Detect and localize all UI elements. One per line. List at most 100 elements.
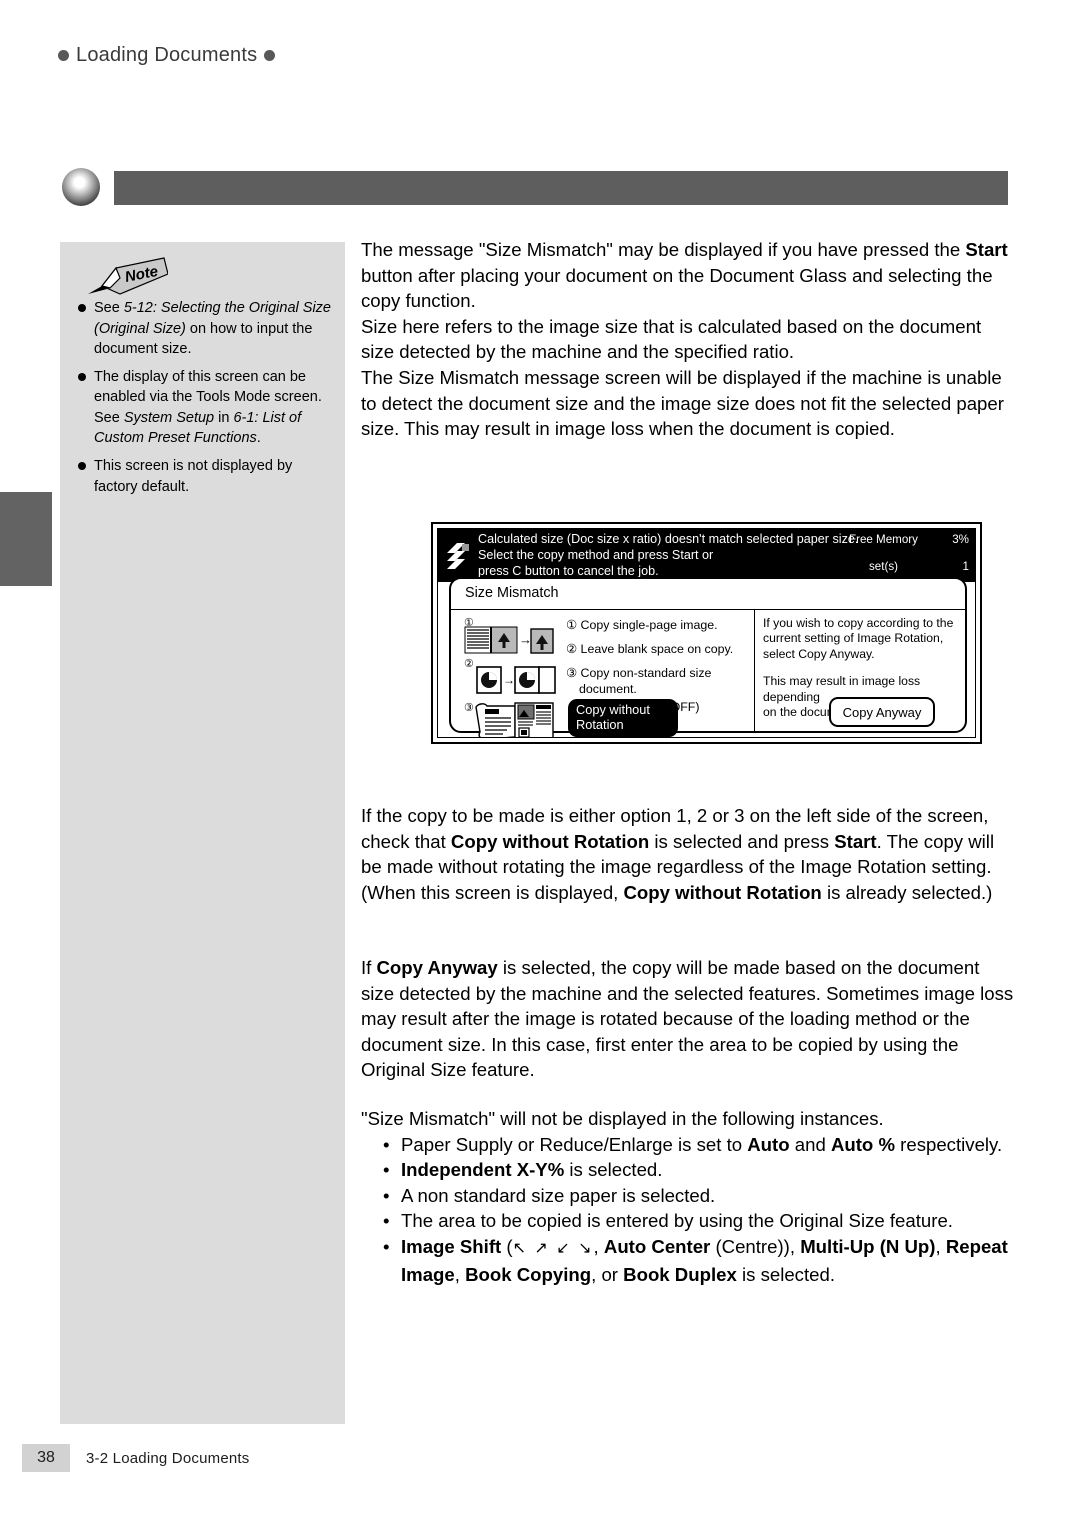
paragraph-2: Size here refers to the image size that … [361, 315, 982, 363]
copy-anyway-button[interactable]: Copy Anyway [829, 697, 935, 727]
b5-s5: , [454, 1263, 466, 1285]
copy-anyway-label: Copy Anyway [842, 704, 922, 720]
note-tag-icon: Note [80, 256, 168, 296]
lcd-status-message: Calculated size (Doc size x ratio) doesn… [478, 532, 878, 579]
paragraph-6: "Size Mismatch" will not be displayed in… [361, 1108, 884, 1129]
b1-s3: respectively. [895, 1133, 1003, 1155]
running-head: Loading Documents [58, 44, 276, 67]
b5-s7: is selected. [736, 1263, 835, 1285]
lcd-memory-indicator: Free Memory 3% set(s) 1 [849, 533, 969, 574]
sets-label: set(s) [869, 560, 898, 573]
section-header-band [58, 166, 1008, 208]
note-text-italic: System Setup [123, 409, 215, 426]
svg-text:→: → [519, 632, 532, 647]
p4-s2: is selected and press [649, 830, 835, 852]
note-list: See 5-12: Selecting the Original Size (O… [74, 298, 335, 504]
note-text: This screen is not displayed by factory … [94, 458, 293, 495]
sets-value: 1 [962, 560, 969, 573]
b5-bold-6: Book Duplex [623, 1263, 737, 1285]
note-panel: Note See 5-12: Selecting the Original Si… [60, 242, 345, 1424]
bullet-item-2: Independent X-Y% is selected. [383, 1157, 1016, 1183]
copy-without-rotation-button[interactable]: Copy without Rotation [568, 699, 678, 737]
footer-section-label: 3-2 Loading Documents [86, 1449, 250, 1467]
bullet-item-3: A non standard size paper is selected. [383, 1183, 1016, 1209]
text-spacer [763, 662, 955, 674]
p4-bold-3: Copy without Rotation [623, 881, 822, 903]
section-band-bar [114, 171, 1008, 205]
control-panel-screen-illustration: Calculated size (Doc size x ratio) doesn… [431, 522, 982, 744]
option-illustrations: ① → ② → ③ [463, 615, 559, 737]
note-text: . [256, 430, 261, 447]
free-memory-label: Free Memory [849, 533, 918, 546]
option-item-2: ② Leave blank space on copy. [566, 642, 734, 656]
instances-bullet-list: Paper Supply or Reduce/Enlarge is set to… [361, 1132, 1016, 1288]
b1-s2: and [789, 1133, 831, 1155]
bullet-dot-icon [264, 50, 276, 61]
free-memory-value: 3% [952, 533, 969, 546]
right-text-line-2: current setting of Image Rotation, [763, 631, 944, 646]
note-item: See 5-12: Selecting the Original Size (O… [74, 298, 335, 360]
note-text: See [94, 300, 124, 316]
lcd-status-line-2: Select the copy method and press Start o… [478, 547, 714, 562]
option-item-1: ① Copy single-page image. [566, 618, 718, 632]
p1-s1: The message "Size Mismatch" may be displ… [361, 239, 966, 260]
b5-bold-5: Book Copying [465, 1263, 592, 1285]
chapter-thumb-tab [0, 492, 52, 586]
machine-status-icon [445, 541, 471, 571]
right-text-line-1: If you wish to copy according to the [763, 616, 954, 630]
dialog-vertical-divider [754, 610, 755, 731]
b5-s1: ( [501, 1235, 513, 1257]
paragraph-4: If the copy to be made is either option … [361, 803, 1016, 905]
b5-s3: (Centre)), [710, 1235, 801, 1257]
body-text-column-copy-anyway: If Copy Anyway is selected, the copy wil… [361, 955, 1016, 1083]
lcd-inner-frame: Calculated size (Doc size x ratio) doesn… [437, 528, 976, 738]
b2-bold-1: Independent X-Y% [401, 1159, 565, 1181]
dialog-divider [451, 609, 965, 610]
note-item: This screen is not displayed by factory … [74, 456, 335, 497]
svg-text:②: ② [464, 658, 474, 670]
svg-text:③: ③ [464, 702, 474, 714]
p4-s4: is already selected.) [821, 881, 993, 903]
lcd-status-bar: Calculated size (Doc size x ratio) doesn… [438, 529, 975, 582]
image-shift-arrows-icon: ↖ ↗ ↙ ↘ [512, 1239, 594, 1257]
p1-s2: button after placing your document on th… [361, 264, 993, 312]
section-bullet-icon [62, 168, 100, 206]
lcd-status-line-1: Calculated size (Doc size x ratio) doesn… [478, 532, 859, 546]
b2-s1: is selected. [564, 1159, 663, 1181]
bullet-item-4: The area to be copied is entered by usin… [383, 1208, 1016, 1234]
b5-bold-2: Auto Center [603, 1235, 711, 1257]
bullet-item-1: Paper Supply or Reduce/Enlarge is set to… [383, 1132, 1016, 1158]
b5-s6: , or [591, 1263, 624, 1285]
paragraph-3: The Size Mismatch message screen will be… [361, 366, 1004, 440]
svg-text:→: → [503, 673, 515, 687]
page-number: 38 [22, 1444, 70, 1472]
p5-s1: If [361, 957, 377, 978]
b5-bold-1: Image Shift [401, 1235, 502, 1257]
b1-bold-1: Auto [747, 1133, 790, 1155]
bullet-dot-icon [58, 50, 69, 61]
b1-s1: Paper Supply or Reduce/Enlarge is set to [401, 1133, 748, 1155]
option-item-3: ③ Copy non-standard size [566, 666, 712, 680]
paragraph-1: The message "Size Mismatch" may be displ… [361, 237, 1016, 314]
dialog-title: Size Mismatch [465, 585, 559, 601]
right-text-line-3: select Copy Anyway. [763, 646, 875, 661]
body-text-column-lower: If the copy to be made is either option … [361, 803, 1016, 905]
b5-bold-3: Multi-Up (N Up) [800, 1235, 936, 1257]
b5-s2: , [593, 1235, 604, 1257]
b5-s4: , [935, 1235, 946, 1257]
running-head-label: Loading Documents [76, 44, 258, 66]
body-text-column-instances: "Size Mismatch" will not be displayed in… [361, 1106, 1016, 1287]
size-mismatch-dialog: Size Mismatch ① → ② → ③ ① Copy single-pa… [449, 577, 967, 737]
page-footer: 38 3-2 Loading Documents [22, 1444, 249, 1472]
paragraph-5: If Copy Anyway is selected, the copy wil… [361, 955, 1016, 1083]
p5-bold-1: Copy Anyway [376, 957, 498, 978]
p4-bold-1: Copy without Rotation [450, 830, 650, 852]
bullet-item-5: Image Shift (↖ ↗ ↙ ↘, Auto Center (Centr… [383, 1234, 1016, 1287]
p1-bold-start: Start [965, 239, 1008, 260]
body-text-column: The message "Size Mismatch" may be displ… [361, 237, 1016, 442]
copy-without-rotation-label-line2: Rotation [576, 717, 624, 732]
note-text: in [214, 409, 234, 426]
copy-without-rotation-label-line1: Copy without [576, 702, 650, 717]
note-item: The display of this screen can be enable… [74, 367, 335, 449]
option-item-3-cont: document. [579, 682, 637, 696]
